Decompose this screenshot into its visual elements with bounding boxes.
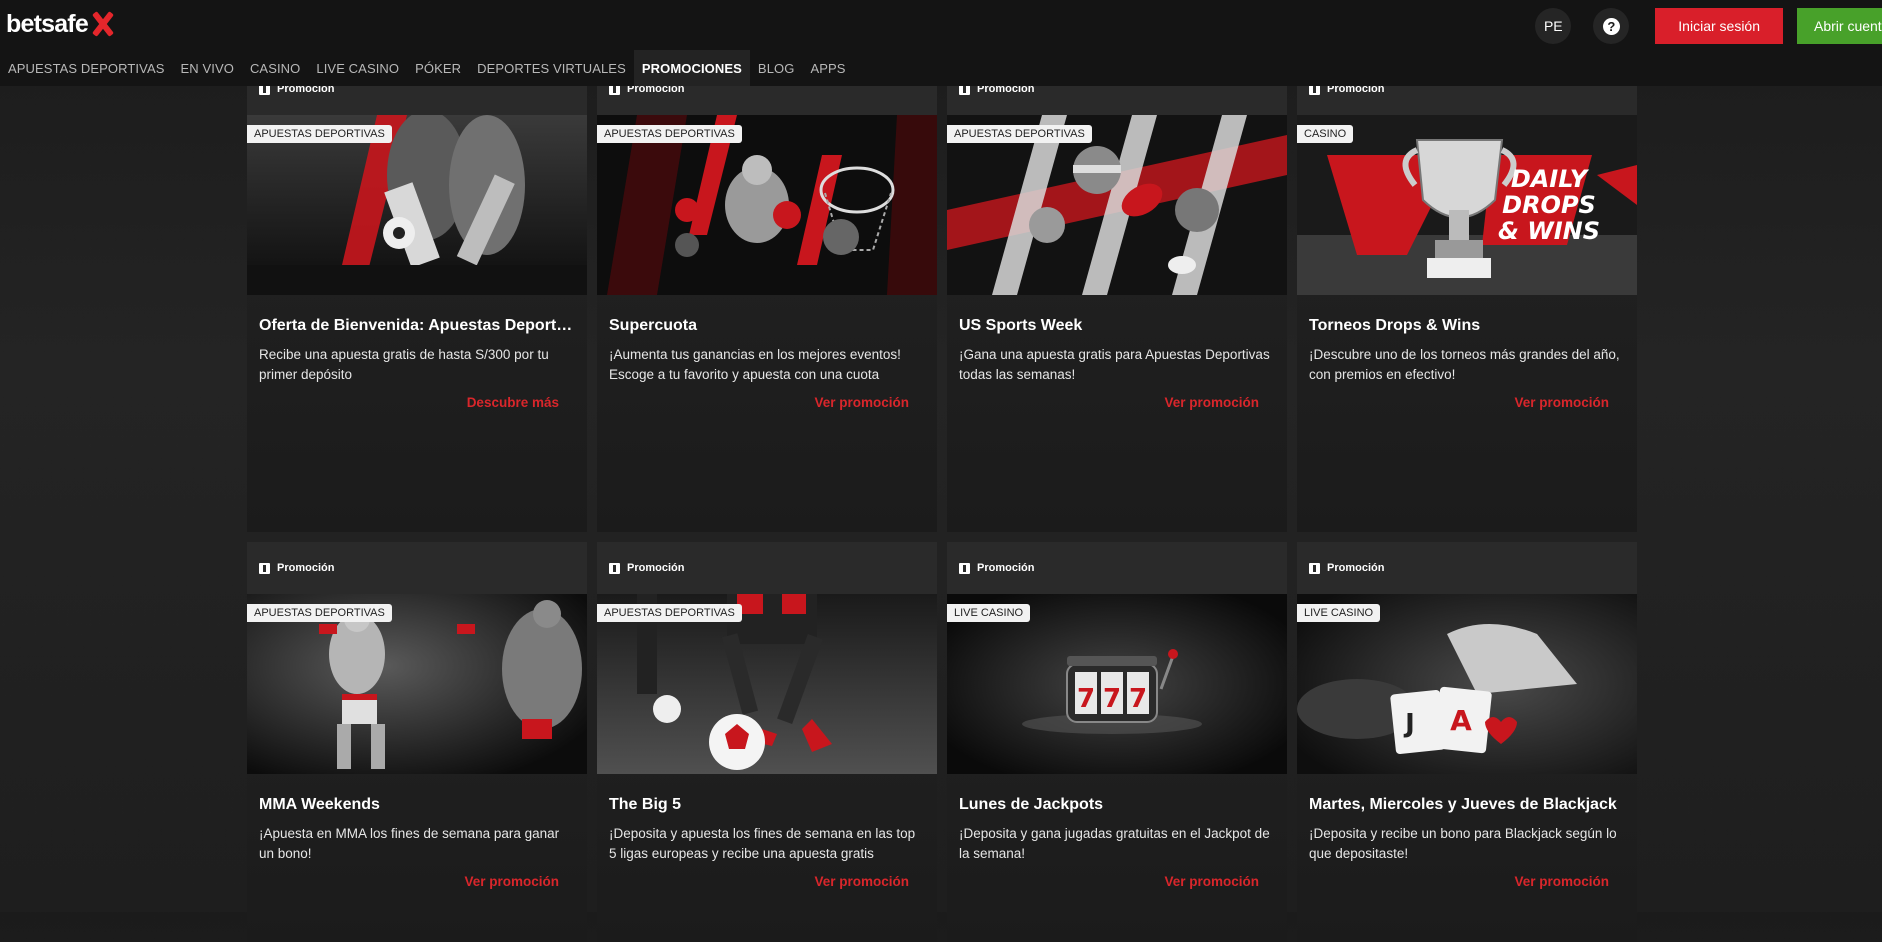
promo-card-header: Promoción <box>947 542 1287 594</box>
promo-card[interactable]: Promoción APUESTAS DEPORTIVAS US Sports … <box>947 63 1287 532</box>
promo-card-image[interactable]: APUESTAS DEPORTIVAS <box>247 115 587 295</box>
card-ace-text: A <box>1450 704 1472 737</box>
promo-card-description: ¡Deposita y gana jugadas gratuitas en el… <box>959 826 1270 861</box>
category-tag: APUESTAS DEPORTIVAS <box>947 125 1092 143</box>
promo-card-body: The Big 5 ¡Deposita y apuesta los fines … <box>597 774 937 889</box>
nav-item-apps[interactable]: APPS <box>802 50 853 86</box>
promo-card-body: Martes, Miercoles y Jueves de Blackjack … <box>1297 774 1637 889</box>
login-button[interactable]: Iniciar sesión <box>1655 8 1783 44</box>
promo-card-body: Oferta de Bienvenida: Apuestas Deportiva… <box>247 295 587 410</box>
promo-card-header-label: Promoción <box>627 562 685 574</box>
promo-card-link[interactable]: Ver promoción <box>609 395 925 410</box>
promo-card[interactable]: Promoción APUESTAS DEPORTIVAS MMA Weeken… <box>247 542 587 942</box>
promo-card-title[interactable]: Oferta de Bienvenida: Apuestas Deportiva… <box>259 317 575 335</box>
promo-card[interactable]: Promoción APUESTAS DEPORTIVAS Oferta de … <box>247 63 587 532</box>
promo-card-title[interactable]: Supercuota <box>609 317 925 335</box>
brand-x-mark-icon <box>89 11 115 37</box>
promo-card-header: Promoción <box>247 542 587 594</box>
promo-card-header: Promoción <box>597 542 937 594</box>
nav-item-promociones[interactable]: PROMOCIONES <box>633 50 750 86</box>
nav-item-live-casino[interactable]: LIVE CASINO <box>308 50 407 86</box>
promo-card-description: ¡Aumenta tus ganancias en los mejores ev… <box>609 347 901 382</box>
promo-card-description: Recibe una apuesta gratis de hasta S/300… <box>259 347 549 382</box>
promo-card-image[interactable]: APUESTAS DEPORTIVAS <box>597 594 937 774</box>
promo-card-header-label: Promoción <box>277 562 335 574</box>
promo-card-title[interactable]: The Big 5 <box>609 796 925 814</box>
promo-card[interactable]: Promoción J A LIVE CASINO Martes, Mierco… <box>1297 542 1637 942</box>
nav-item-apuestas-deportivas[interactable]: APUESTAS DEPORTIVAS <box>0 50 173 86</box>
category-tag: APUESTAS DEPORTIVAS <box>247 125 392 143</box>
promo-card-description: ¡Apuesta en MMA los fines de semana para… <box>259 826 560 861</box>
promo-card[interactable]: Promoción 7 7 7 LIVE CASINO Lunes de Jac… <box>947 542 1287 942</box>
nav-item-deportes-virtuales[interactable]: DEPORTES VIRTUALES <box>469 50 634 86</box>
category-tag: APUESTAS DEPORTIVAS <box>597 604 742 622</box>
promo-card-image[interactable]: 7 7 7 LIVE CASINO <box>947 594 1287 774</box>
open-account-button[interactable]: Abrir cuent <box>1797 8 1882 44</box>
nav-item-blog[interactable]: BLOG <box>750 50 803 86</box>
drops-image-text-2: DROPS <box>1502 191 1596 219</box>
nav-item-p-ker[interactable]: PÓKER <box>407 50 469 86</box>
slot-reel-2: 7 <box>1103 684 1121 714</box>
nav-item-casino[interactable]: CASINO <box>242 50 308 86</box>
promo-card-title[interactable]: Torneos Drops & Wins <box>1309 317 1625 335</box>
promo-card-title[interactable]: Martes, Miercoles y Jueves de Blackjack <box>1309 796 1625 814</box>
header-actions: PE ? Iniciar sesión Abrir cuent <box>1535 8 1882 44</box>
promo-card[interactable]: Promoción APUESTAS DEPORTIVAS The Big 5 … <box>597 542 937 942</box>
slot-reel-1: 7 <box>1077 684 1095 714</box>
promo-card-description: ¡Descubre uno de los torneos más grandes… <box>1309 347 1620 382</box>
category-tag: APUESTAS DEPORTIVAS <box>247 604 392 622</box>
promo-card-link[interactable]: Ver promoción <box>959 395 1275 410</box>
promo-card-link[interactable]: Descubre más <box>259 395 575 410</box>
promo-card-header-label: Promoción <box>1327 562 1385 574</box>
drops-image-text-3: & WINS <box>1498 217 1600 245</box>
promo-card-link[interactable]: Ver promoción <box>1309 874 1625 889</box>
promo-card-link[interactable]: Ver promoción <box>259 874 575 889</box>
promo-card-link[interactable]: Ver promoción <box>959 874 1275 889</box>
promo-card-image[interactable]: APUESTAS DEPORTIVAS <box>247 594 587 774</box>
slot-reel-3: 7 <box>1129 684 1147 714</box>
promo-card-body: Torneos Drops & Wins ¡Descubre uno de lo… <box>1297 295 1637 410</box>
promo-card-image[interactable]: APUESTAS DEPORTIVAS <box>947 115 1287 295</box>
promo-card-image[interactable]: J A LIVE CASINO <box>1297 594 1637 774</box>
main-nav: APUESTAS DEPORTIVAS EN VIVO CASINO LIVE CAS… <box>0 50 854 86</box>
promo-card-image[interactable]: APUESTAS DEPORTIVAS <box>597 115 937 295</box>
promo-card[interactable]: Promoción DAILY DROPS & WINS CASINO Torn… <box>1297 63 1637 532</box>
brand-name: betsafe <box>6 9 89 38</box>
drops-image-text-1: DAILY <box>1511 165 1590 193</box>
promo-card-title[interactable]: MMA Weekends <box>259 796 575 814</box>
promo-card-image[interactable]: DAILY DROPS & WINS CASINO <box>1297 115 1637 295</box>
category-tag: LIVE CASINO <box>1297 604 1381 622</box>
promo-card-description: ¡Deposita y recibe un bono para Blackjac… <box>1309 826 1617 861</box>
promo-card-title[interactable]: US Sports Week <box>959 317 1275 335</box>
help-button[interactable]: ? <box>1593 8 1630 44</box>
country-selector[interactable]: PE <box>1535 8 1572 44</box>
help-icon: ? <box>1602 17 1620 35</box>
promotion-icon <box>259 562 270 574</box>
category-tag: APUESTAS DEPORTIVAS <box>597 125 742 143</box>
promo-card-description: ¡Deposita y apuesta los fines de semana … <box>609 826 916 861</box>
nav-item-en-vivo[interactable]: EN VIVO <box>173 50 242 86</box>
promo-card[interactable]: Promoción APUESTAS DEPORTIVAS Supercuota… <box>597 63 937 532</box>
promo-card-header: Promoción <box>1297 542 1637 594</box>
promo-card-link[interactable]: Ver promoción <box>1309 395 1625 410</box>
promo-card-body: Lunes de Jackpots ¡Deposita y gana jugad… <box>947 774 1287 889</box>
promo-card-body: Supercuota ¡Aumenta tus ganancias en los… <box>597 295 937 410</box>
promotion-icon <box>1309 562 1320 574</box>
promo-card-description: ¡Gana una apuesta gratis para Apuestas D… <box>959 347 1270 382</box>
promotion-icon <box>959 562 970 574</box>
promo-card-body: US Sports Week ¡Gana una apuesta gratis … <box>947 295 1287 410</box>
betsafe-logo[interactable]: betsafe <box>6 8 115 40</box>
category-tag: LIVE CASINO <box>947 604 1031 622</box>
promotion-icon <box>609 562 620 574</box>
promo-card-link[interactable]: Ver promoción <box>609 874 925 889</box>
promo-card-title[interactable]: Lunes de Jackpots <box>959 796 1275 814</box>
category-tag: CASINO <box>1297 125 1354 143</box>
promo-card-body: MMA Weekends ¡Apuesta en MMA los fines d… <box>247 774 587 889</box>
top-bar: betsafe PE ? Iniciar sesión Abrir cuent … <box>0 0 1882 86</box>
card-jack-text: J <box>1403 709 1415 739</box>
promo-card-header-label: Promoción <box>977 562 1035 574</box>
